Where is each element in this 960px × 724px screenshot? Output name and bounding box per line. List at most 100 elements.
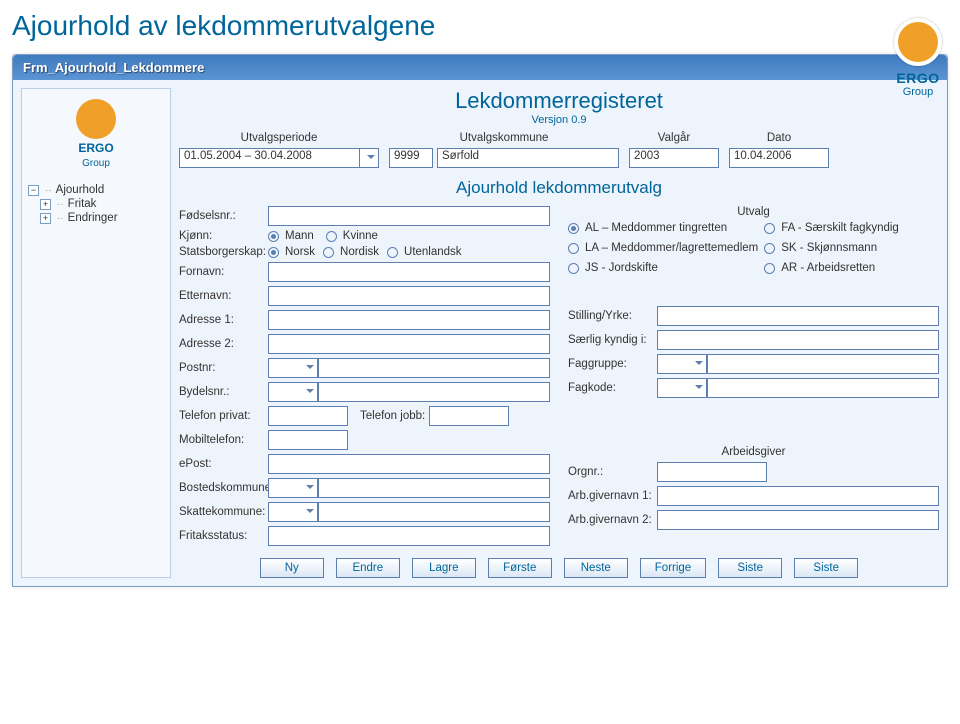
label-mobil: Mobiltelefon: xyxy=(179,434,264,446)
app-window: Frm_Ajourhold_Lekdommere ΕRGOGroup − ·· … xyxy=(12,54,948,587)
periode-dropdown-icon[interactable] xyxy=(359,148,379,168)
collapse-icon[interactable]: − xyxy=(28,185,39,196)
brand-sub: Group xyxy=(894,86,942,98)
saerlig-input[interactable] xyxy=(657,330,939,350)
form-section-title: Ajourhold lekdommerutvalg xyxy=(179,178,939,198)
label-utvalg-sk: SK - Skjønnsmann xyxy=(781,242,877,254)
radio-utvalg-sk[interactable] xyxy=(764,243,775,254)
postnr-select[interactable] xyxy=(268,358,318,378)
epost-input[interactable] xyxy=(268,454,550,474)
label-norsk: Norsk xyxy=(285,246,315,258)
label-telpriv: Telefon privat: xyxy=(179,410,264,422)
label-utvalg: Utvalg xyxy=(737,206,770,218)
periode-select[interactable]: 01.05.2004 – 30.04.2008 xyxy=(179,148,379,168)
arbg2-input[interactable] xyxy=(657,510,939,530)
kommune-name[interactable]: Sørfold xyxy=(437,148,619,168)
label-utvalg-fa: FA - Særskilt fagkyndig xyxy=(781,222,899,234)
label-etternavn: Etternavn: xyxy=(179,290,264,302)
teljobb-input[interactable] xyxy=(429,406,509,426)
tree-item-fritak[interactable]: + ·· Fritak xyxy=(38,197,166,211)
label-bosted: Bostedskommune: xyxy=(179,482,264,494)
tree-label: Ajourhold xyxy=(56,184,105,196)
label-bydel: Bydelsnr.: xyxy=(179,386,264,398)
adresse2-input[interactable] xyxy=(268,334,550,354)
nav-tree[interactable]: − ·· Ajourhold + ·· Fritak + ·· Endringe… xyxy=(26,183,166,225)
tree-item-endringer[interactable]: + ·· Endringer xyxy=(38,211,166,225)
brand-name: ΕRGO xyxy=(894,70,942,86)
brand-mark-icon xyxy=(894,18,942,66)
radio-norsk[interactable] xyxy=(268,247,279,258)
fagkode-select[interactable] xyxy=(657,378,707,398)
radio-utvalg-fa[interactable] xyxy=(764,223,775,234)
radio-utvalg-js[interactable] xyxy=(568,263,579,274)
label-utvalg-al: AL – Meddommer tingretten xyxy=(585,222,727,234)
radio-utvalg-la[interactable] xyxy=(568,243,579,254)
neste-button[interactable]: Neste xyxy=(564,558,628,578)
valgar-field[interactable]: 2003 xyxy=(629,148,719,168)
ny-button[interactable]: Ny xyxy=(260,558,324,578)
radio-utvalg-ar[interactable] xyxy=(764,263,775,274)
label-fritak: Fritaksstatus: xyxy=(179,530,264,542)
label-utvalg-js: JS - Jordskifte xyxy=(585,262,658,274)
sidebar-logo-icon xyxy=(76,99,116,139)
label-periode: Utvalgsperiode xyxy=(179,132,379,144)
radio-utenlandsk[interactable] xyxy=(387,247,398,258)
bydelnavn-input[interactable] xyxy=(318,382,550,402)
stilling-input[interactable] xyxy=(657,306,939,326)
app-title: Lekdommerregisteret xyxy=(179,88,939,114)
label-kjonn: Kjønn: xyxy=(179,230,264,242)
tree-label: Fritak xyxy=(68,198,97,210)
faggruppe-select[interactable] xyxy=(657,354,707,374)
tree-label: Endringer xyxy=(68,212,118,224)
bydel-select[interactable] xyxy=(268,382,318,402)
tree-root[interactable]: − ·· Ajourhold xyxy=(26,183,166,197)
skattenavn-input[interactable] xyxy=(318,502,550,522)
adresse1-input[interactable] xyxy=(268,310,550,330)
radio-kvinne[interactable] xyxy=(326,231,337,242)
radio-utvalg-al[interactable] xyxy=(568,223,579,234)
dato-field[interactable]: 10.04.2006 xyxy=(729,148,829,168)
mobil-input[interactable] xyxy=(268,430,348,450)
label-arbg2: Arb.givernavn 2: xyxy=(568,514,653,526)
expand-icon[interactable]: + xyxy=(40,213,51,224)
radio-mann[interactable] xyxy=(268,231,279,242)
kommune-code[interactable]: 9999 xyxy=(389,148,433,168)
label-valgar: Valgår xyxy=(629,132,719,144)
label-saerlig: Særlig kyndig i: xyxy=(568,334,653,346)
arbg1-input[interactable] xyxy=(657,486,939,506)
forste-button[interactable]: Første xyxy=(488,558,552,578)
expand-icon[interactable]: + xyxy=(40,199,51,210)
radio-nordisk[interactable] xyxy=(323,247,334,258)
label-dato: Dato xyxy=(729,132,829,144)
fagkode-input[interactable] xyxy=(707,378,939,398)
fritak-input[interactable] xyxy=(268,526,550,546)
button-bar: Ny Endre Lagre Første Neste Forrige Sist… xyxy=(179,558,939,578)
label-faggruppe: Faggruppe: xyxy=(568,358,653,370)
skatte-select[interactable] xyxy=(268,502,318,522)
endre-button[interactable]: Endre xyxy=(336,558,400,578)
tree-dots-icon: ·· xyxy=(57,199,64,210)
label-utvalg-ar: AR - Arbeidsretten xyxy=(781,262,875,274)
page-title: Ajourhold av lekdommerutvalgene xyxy=(0,0,960,48)
etternavn-input[interactable] xyxy=(268,286,550,306)
label-postnr: Postnr: xyxy=(179,362,264,374)
orgnr-input[interactable] xyxy=(657,462,767,482)
fornavn-input[interactable] xyxy=(268,262,550,282)
forrige-button[interactable]: Forrige xyxy=(640,558,706,578)
label-stats: Statsborgerskap: xyxy=(179,246,264,258)
lagre-button[interactable]: Lagre xyxy=(412,558,476,578)
siste-button[interactable]: Siste xyxy=(718,558,782,578)
poststed-input[interactable] xyxy=(318,358,550,378)
label-arbeidsgiver: Arbeidsgiver xyxy=(722,446,786,458)
bostednavn-input[interactable] xyxy=(318,478,550,498)
sidebar-brand: ΕRGOGroup xyxy=(26,141,166,169)
label-fodselsnr: Fødselsnr.: xyxy=(179,210,264,222)
siste2-button[interactable]: Siste xyxy=(794,558,858,578)
fodselsnr-input[interactable] xyxy=(268,206,550,226)
telpriv-input[interactable] xyxy=(268,406,348,426)
faggruppe-input[interactable] xyxy=(707,354,939,374)
brand-logo: ΕRGO Group xyxy=(894,18,942,98)
label-skatte: Skattekommune: xyxy=(179,506,264,518)
bosted-select[interactable] xyxy=(268,478,318,498)
label-adr1: Adresse 1: xyxy=(179,314,264,326)
